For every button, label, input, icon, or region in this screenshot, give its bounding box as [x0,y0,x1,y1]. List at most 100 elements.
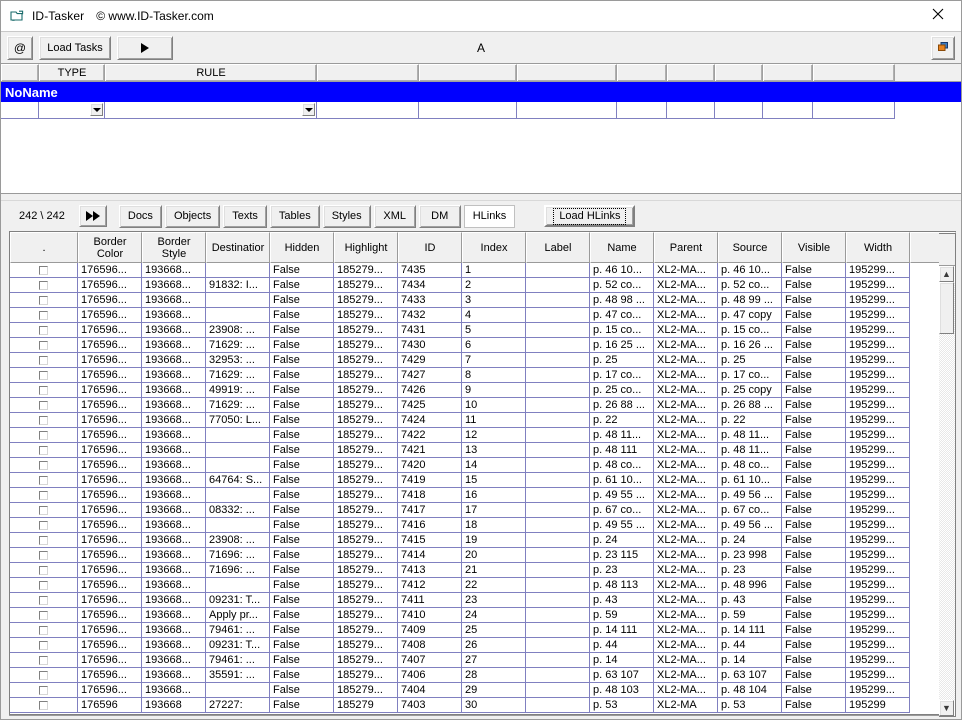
cell-width[interactable]: 195299... [846,353,910,368]
cell-index[interactable]: 16 [462,488,526,503]
cell-highlight[interactable]: 185279... [334,458,398,473]
cell-source[interactable]: p. 15 co... [718,323,782,338]
cell-destination[interactable]: 71629: ... [206,368,270,383]
cell-width[interactable]: 195299... [846,293,910,308]
tab-objects[interactable]: Objects [164,204,221,228]
row-select-checkbox-cell[interactable] [10,503,78,518]
cell-destination[interactable]: 23908: ... [206,323,270,338]
cell-index[interactable]: 3 [462,293,526,308]
cell-hidden[interactable]: False [270,488,334,503]
row-checkbox[interactable] [39,280,48,290]
cell-width[interactable]: 195299... [846,518,910,533]
row-checkbox[interactable] [39,325,48,335]
cell-border-style[interactable]: 193668... [142,473,206,488]
row-select-checkbox-cell[interactable] [10,683,78,698]
cell-label[interactable] [526,518,590,533]
cell-width[interactable]: 195299... [846,263,910,278]
rules-edit-cell[interactable] [517,102,617,119]
cell-hidden[interactable]: False [270,623,334,638]
table-row[interactable]: 176596... 193668... False 185279... 7416 18 p.… [10,518,956,533]
row-checkbox[interactable] [39,475,48,485]
cell-width[interactable]: 195299... [846,458,910,473]
column-header-index[interactable]: Index [462,232,526,263]
cell-visible[interactable]: False [782,278,846,293]
cell-highlight[interactable]: 185279... [334,443,398,458]
cell-border-color[interactable]: 176596... [78,638,142,653]
cell-source[interactable]: p. 48 99 ... [718,293,782,308]
cell-border-style[interactable]: 193668 [142,698,206,713]
rules-grid-selected-row[interactable]: NoName [1,82,961,102]
row-checkbox[interactable] [39,505,48,515]
cell-width[interactable]: 195299... [846,608,910,623]
row-select-checkbox-cell[interactable] [10,698,78,713]
cell-highlight[interactable]: 185279... [334,578,398,593]
row-checkbox[interactable] [39,430,48,440]
cell-id[interactable]: 7432 [398,308,462,323]
cell-id[interactable]: 7413 [398,563,462,578]
cell-name[interactable]: p. 67 co... [590,503,654,518]
row-select-checkbox-cell[interactable] [10,368,78,383]
cell-hidden[interactable]: False [270,503,334,518]
cell-name[interactable]: p. 43 [590,593,654,608]
cell-label[interactable] [526,353,590,368]
rules-header-cell[interactable] [617,64,667,81]
cell-border-style[interactable]: 193668... [142,593,206,608]
table-row[interactable]: 176596... 193668... 91832: I... False 185279… [10,278,956,293]
cell-source[interactable]: p. 22 [718,413,782,428]
cell-index[interactable]: 29 [462,683,526,698]
tab-tables[interactable]: Tables [269,204,320,228]
cell-label[interactable] [526,368,590,383]
cell-label[interactable] [526,383,590,398]
rules-header-cell[interactable] [763,64,813,81]
cell-name[interactable]: p. 16 25 ... [590,338,654,353]
cell-highlight[interactable]: 185279... [334,308,398,323]
cell-border-style[interactable]: 193668... [142,518,206,533]
cell-destination[interactable]: 71696: ... [206,548,270,563]
cell-hidden[interactable]: False [270,668,334,683]
cell-border-style[interactable]: 193668... [142,428,206,443]
cell-width[interactable]: 195299... [846,653,910,668]
row-select-checkbox-cell[interactable] [10,548,78,563]
cell-highlight[interactable]: 185279... [334,473,398,488]
cell-border-color[interactable]: 176596... [78,518,142,533]
cell-border-style[interactable]: 193668... [142,443,206,458]
cell-hidden[interactable]: False [270,533,334,548]
row-checkbox[interactable] [39,565,48,575]
cell-hidden[interactable]: False [270,578,334,593]
cell-visible[interactable]: False [782,593,846,608]
cell-name[interactable]: p. 48 103 [590,683,654,698]
cell-destination[interactable]: 64764: S... [206,473,270,488]
cell-border-style[interactable]: 193668... [142,488,206,503]
cell-visible[interactable]: False [782,533,846,548]
table-row[interactable]: 176596... 193668... False 185279... 7432 4 p. … [10,308,956,323]
cell-visible[interactable]: False [782,563,846,578]
column-header-border-style[interactable]: Border Style [142,232,206,263]
cell-hidden[interactable]: False [270,548,334,563]
row-select-checkbox-cell[interactable] [10,533,78,548]
cell-width[interactable]: 195299... [846,383,910,398]
cell-highlight[interactable]: 185279... [334,263,398,278]
cell-source[interactable]: p. 59 [718,608,782,623]
cell-border-style[interactable]: 193668... [142,533,206,548]
cell-id[interactable]: 7414 [398,548,462,563]
cell-source[interactable]: p. 61 10... [718,473,782,488]
cell-width[interactable]: 195299... [846,533,910,548]
cell-parent[interactable]: XL2-MA... [654,368,718,383]
cell-source[interactable]: p. 23 998 [718,548,782,563]
row-select-checkbox-cell[interactable] [10,338,78,353]
row-checkbox[interactable] [39,460,48,470]
cell-destination[interactable] [206,308,270,323]
cell-destination[interactable]: 79461: ... [206,623,270,638]
cell-id[interactable]: 7408 [398,638,462,653]
cell-parent[interactable]: XL2-MA... [654,563,718,578]
cell-border-style[interactable]: 193668... [142,383,206,398]
cell-border-color[interactable]: 176596... [78,293,142,308]
table-row[interactable]: 176596... 193668... False 185279... 7412 22 p.… [10,578,956,593]
cell-visible[interactable]: False [782,698,846,713]
cell-label[interactable] [526,428,590,443]
cell-highlight[interactable]: 185279 [334,698,398,713]
table-row[interactable]: 176596... 193668... 49919: ... False 185279.… [10,383,956,398]
tab-hlinks[interactable]: HLinks [463,204,516,228]
cell-parent[interactable]: XL2-MA... [654,428,718,443]
row-select-checkbox-cell[interactable] [10,578,78,593]
